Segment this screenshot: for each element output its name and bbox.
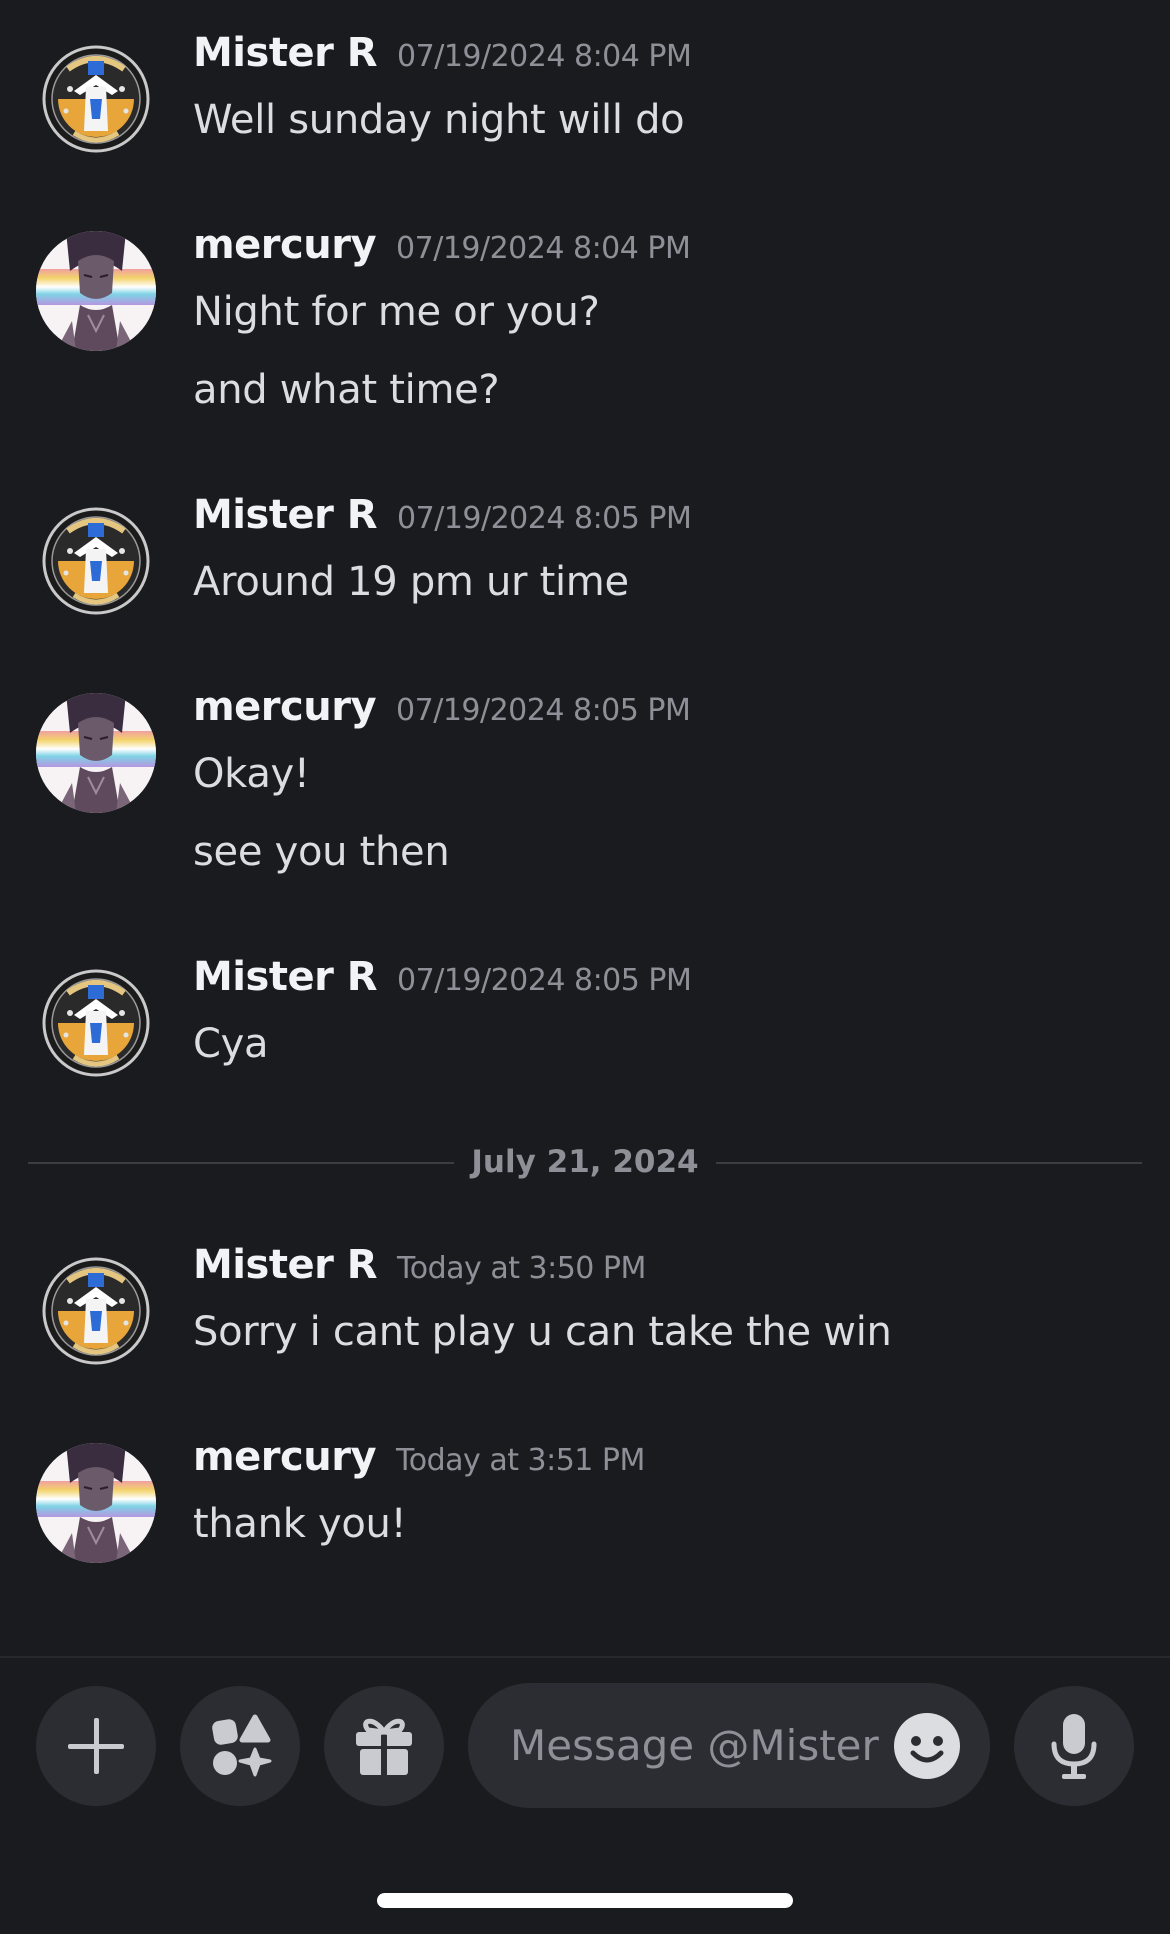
plus-icon bbox=[68, 1718, 124, 1774]
valkyries-logo-avatar-image bbox=[36, 1251, 156, 1371]
message-timestamp: Today at 3:51 PM bbox=[396, 1443, 645, 1478]
message-text: thank you! bbox=[193, 1501, 407, 1547]
message-text: Well sunday night will do bbox=[193, 97, 685, 143]
message-header: mercury 07/19/2024 8:04 PM bbox=[193, 222, 691, 282]
message-header: Mister R Today at 3:50 PM bbox=[193, 1242, 646, 1302]
home-indicator[interactable] bbox=[377, 1893, 793, 1908]
message-header: Mister R 07/19/2024 8:05 PM bbox=[193, 954, 692, 1014]
message-header: Mister R 07/19/2024 8:04 PM bbox=[193, 30, 692, 90]
apps-button[interactable] bbox=[180, 1686, 300, 1806]
avatar[interactable] bbox=[36, 39, 156, 159]
avatar[interactable] bbox=[36, 1443, 156, 1563]
message-text: Cya bbox=[193, 1021, 269, 1067]
author-name[interactable]: mercury bbox=[193, 222, 377, 268]
message-timestamp: 07/19/2024 8:04 PM bbox=[397, 39, 692, 74]
voice-message-button[interactable] bbox=[1014, 1686, 1134, 1806]
apps-icon bbox=[212, 1714, 272, 1777]
message-list[interactable]: Mister R 07/19/2024 8:04 PM Well sunday n… bbox=[0, 0, 1170, 1656]
date-divider: July 21, 2024 bbox=[28, 1140, 1142, 1184]
emoji-icon[interactable] bbox=[893, 1712, 961, 1780]
message-timestamp: Today at 3:50 PM bbox=[397, 1251, 646, 1286]
anime-avatar-image bbox=[36, 1443, 156, 1563]
anime-avatar-image bbox=[36, 231, 156, 351]
message-text: see you then bbox=[193, 829, 450, 875]
add-attachment-button[interactable] bbox=[36, 1686, 156, 1806]
avatar[interactable] bbox=[36, 1251, 156, 1371]
gift-icon bbox=[356, 1718, 412, 1776]
valkyries-logo-avatar-image bbox=[36, 501, 156, 621]
message-text: and what time? bbox=[193, 367, 500, 413]
message-input[interactable] bbox=[510, 1683, 890, 1808]
valkyries-logo-avatar-image bbox=[36, 39, 156, 159]
message-text: Around 19 pm ur time bbox=[193, 559, 629, 605]
author-name[interactable]: Mister R bbox=[193, 492, 378, 538]
message-text: Sorry i cant play u can take the win bbox=[193, 1309, 892, 1355]
microphone-icon bbox=[1051, 1714, 1097, 1779]
message-header: mercury Today at 3:51 PM bbox=[193, 1434, 645, 1494]
author-name[interactable]: Mister R bbox=[193, 30, 378, 76]
message-text: Night for me or you? bbox=[193, 289, 600, 335]
message-timestamp: 07/19/2024 8:05 PM bbox=[397, 501, 692, 536]
author-name[interactable]: mercury bbox=[193, 1434, 377, 1480]
composer-divider bbox=[0, 1656, 1170, 1658]
avatar[interactable] bbox=[36, 693, 156, 813]
message-text: Okay! bbox=[193, 751, 310, 797]
author-name[interactable]: Mister R bbox=[193, 954, 378, 1000]
divider-line bbox=[716, 1162, 1142, 1164]
divider-line bbox=[28, 1162, 454, 1164]
valkyries-logo-avatar-image bbox=[36, 963, 156, 1083]
message-timestamp: 07/19/2024 8:05 PM bbox=[396, 693, 691, 728]
author-name[interactable]: Mister R bbox=[193, 1242, 378, 1288]
message-timestamp: 07/19/2024 8:05 PM bbox=[397, 963, 692, 998]
date-divider-label: July 21, 2024 bbox=[471, 1144, 699, 1180]
avatar[interactable] bbox=[36, 963, 156, 1083]
avatar[interactable] bbox=[36, 231, 156, 351]
message-timestamp: 07/19/2024 8:04 PM bbox=[396, 231, 691, 266]
avatar[interactable] bbox=[36, 501, 156, 621]
anime-avatar-image bbox=[36, 693, 156, 813]
author-name[interactable]: mercury bbox=[193, 684, 377, 730]
message-header: mercury 07/19/2024 8:05 PM bbox=[193, 684, 691, 744]
gift-button[interactable] bbox=[324, 1686, 444, 1806]
message-header: Mister R 07/19/2024 8:05 PM bbox=[193, 492, 692, 552]
message-composer[interactable] bbox=[468, 1683, 990, 1808]
